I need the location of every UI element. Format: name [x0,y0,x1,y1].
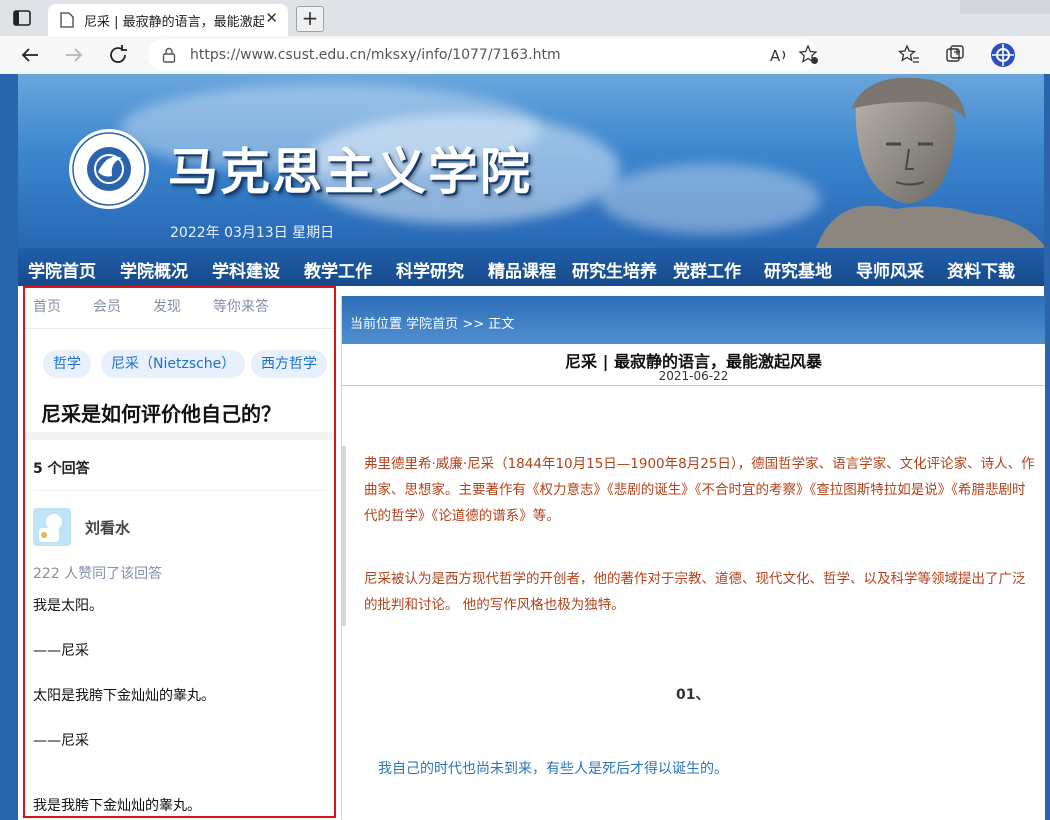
answer-text-line: ——尼采 [33,733,89,749]
browser-tab-strip: 尼采 | 最寂静的语言，最能激起风暴 ✕ + [0,0,1050,36]
university-logo [69,129,149,209]
read-aloud-icon[interactable]: A [768,44,790,66]
close-tab-icon[interactable]: ✕ [265,9,278,27]
new-tab-button[interactable]: + [296,6,324,32]
breadcrumb-label: 当前位置 [350,317,403,332]
answer-text-line: 太阳是我胯下金灿灿的睾丸。 [33,688,215,704]
tab-discover[interactable]: 发现 [153,296,181,316]
nav-item-overview[interactable]: 学院概况 [120,257,188,282]
tab-home[interactable]: 首页 [33,296,61,316]
breadcrumb-home-link[interactable]: 学院首页 [406,317,458,332]
tab-waiting[interactable]: 等你来答 [213,296,269,316]
article-paragraph: 尼采被认为是西方现代哲学的开创者，他的著作对于宗教、道德、现代文化、哲学、以及科… [364,571,1026,613]
topic-tag-nietzsche[interactable]: 尼采（Nietzsche） [101,350,246,378]
topic-tag-western[interactable]: 西方哲学 [251,350,327,378]
main-nav: 学院首页 学院概况 学科建设 教学工作 科学研究 精品课程 研究生培养 党群工作… [18,248,1044,286]
profile-icon[interactable] [990,42,1016,68]
topic-tag-philosophy[interactable]: 哲学 [43,350,91,378]
divider-line [33,490,326,491]
nav-item-research[interactable]: 科学研究 [396,257,464,282]
nav-item-home[interactable]: 学院首页 [28,257,96,282]
answer-panel-nav: 首页 会员 发现 等你来答 [25,288,334,329]
tab-member[interactable]: 会员 [93,296,121,316]
quote-bar [342,446,346,626]
browser-tab-active[interactable]: 尼采 | 最寂静的语言，最能激起风暴 ✕ [48,4,288,36]
nav-item-teaching[interactable]: 教学工作 [304,257,372,282]
add-favorite-icon[interactable] [798,44,820,66]
nav-item-graduate[interactable]: 研究生培养 [572,257,657,282]
section-number: 01、 [676,687,710,703]
nav-item-mentors[interactable]: 导师风采 [856,257,924,282]
browser-toolbar: https://www.csust.edu.cn/mksxy/info/1077… [0,36,1050,75]
statue-image [816,77,1046,248]
address-bar[interactable]: https://www.csust.edu.cn/mksxy/info/1077… [148,39,818,71]
nav-item-courses[interactable]: 精品课程 [488,257,556,282]
nav-item-downloads[interactable]: 资料下载 [947,257,1015,282]
lock-icon[interactable] [162,47,176,63]
forward-arrow-icon[interactable] [62,43,86,67]
article-date: 2021-06-22 [658,369,729,383]
banner-cloud [600,164,820,234]
breadcrumb-bar: 当前位置 学院首页 >> 正文 [342,296,1045,344]
avatar[interactable] [33,508,71,546]
refresh-icon[interactable] [106,43,130,67]
section-divider [25,432,334,440]
site-title: 马克思主义学院 [168,142,532,201]
article-quote: 我自己的时代也尚未到来，有些人是死后才得以诞生的。 [378,761,728,777]
nav-item-discipline[interactable]: 学科建设 [212,257,280,282]
nav-item-base[interactable]: 研究基地 [764,257,832,282]
nav-item-party[interactable]: 党群工作 [673,257,741,282]
page-frame-left [0,74,18,820]
favorites-icon[interactable] [898,44,920,66]
answer-panel: 首页 会员 发现 等你来答 哲学 尼采（Nietzsche） 西方哲学 尼采是如… [23,286,336,818]
svg-text:A: A [770,47,781,65]
article-panel: 当前位置 学院首页 >> 正文 尼采 | 最寂静的语言，最能激起风暴 2021-… [341,296,1045,820]
banner-date: 2022年 03月13日 星期日 [170,225,335,241]
page-icon [60,12,74,28]
title-rule [342,385,1045,386]
author-name[interactable]: 刘看水 [85,517,130,538]
answer-text-line: 我是太阳。 [33,598,103,614]
url-text[interactable]: https://www.csust.edu.cn/mksxy/info/1077… [190,47,561,63]
window-controls[interactable] [960,0,1050,14]
tab-title: 尼采 | 最寂静的语言，最能激起风暴 [84,15,264,30]
answer-text-line: ——尼采 [33,643,89,659]
tab-actions-icon[interactable] [12,8,32,28]
answer-text-line: 我是我胯下金灿灿的睾丸。 [33,798,201,814]
breadcrumb-current: >> 正文 [462,317,515,332]
article-paragraph: 弗里德里希·威廉·尼采（1844年10月15日—1900年8月25日），德国哲学… [364,456,1035,524]
collections-icon[interactable] [944,44,966,66]
answer-count: 5 个回答 [33,461,90,477]
question-title[interactable]: 尼采是如何评价他自己的？ [41,398,281,427]
breadcrumb: 当前位置 学院首页 >> 正文 [350,313,514,332]
upvote-count: 222 人赞同了该回答 [33,566,163,582]
avatar-image [33,508,71,546]
back-arrow-icon[interactable] [18,43,42,67]
site-banner: 马克思主义学院 2022年 03月13日 星期日 [0,74,1050,248]
